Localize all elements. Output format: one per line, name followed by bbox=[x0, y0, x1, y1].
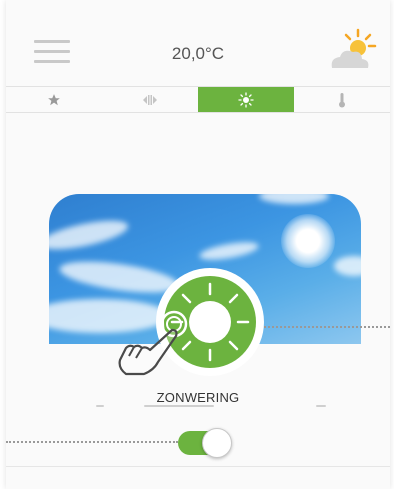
tab-favorites[interactable] bbox=[6, 87, 102, 112]
sun-icon bbox=[238, 91, 254, 108]
tab-blinds[interactable] bbox=[102, 87, 198, 112]
faded-caption bbox=[96, 401, 326, 411]
star-icon bbox=[48, 93, 60, 105]
header: 20,0°C bbox=[6, 14, 390, 87]
tab-temperature[interactable] bbox=[294, 87, 390, 112]
connector-line bbox=[256, 326, 390, 328]
partly-sunny-icon[interactable] bbox=[322, 28, 378, 76]
app-screen: 20,0°C ZONWERING bbox=[6, 0, 390, 489]
zonwering-toggle[interactable] bbox=[178, 428, 232, 458]
tap-hand-icon bbox=[118, 310, 188, 376]
tab-sun[interactable] bbox=[198, 87, 294, 112]
thermometer-icon bbox=[339, 92, 345, 107]
tab-bar bbox=[6, 87, 390, 113]
divider bbox=[6, 466, 390, 467]
toggle-knob[interactable] bbox=[202, 428, 232, 458]
blinds-icon bbox=[143, 94, 157, 105]
sun-glare bbox=[281, 214, 335, 268]
connector-line-left bbox=[6, 441, 178, 443]
